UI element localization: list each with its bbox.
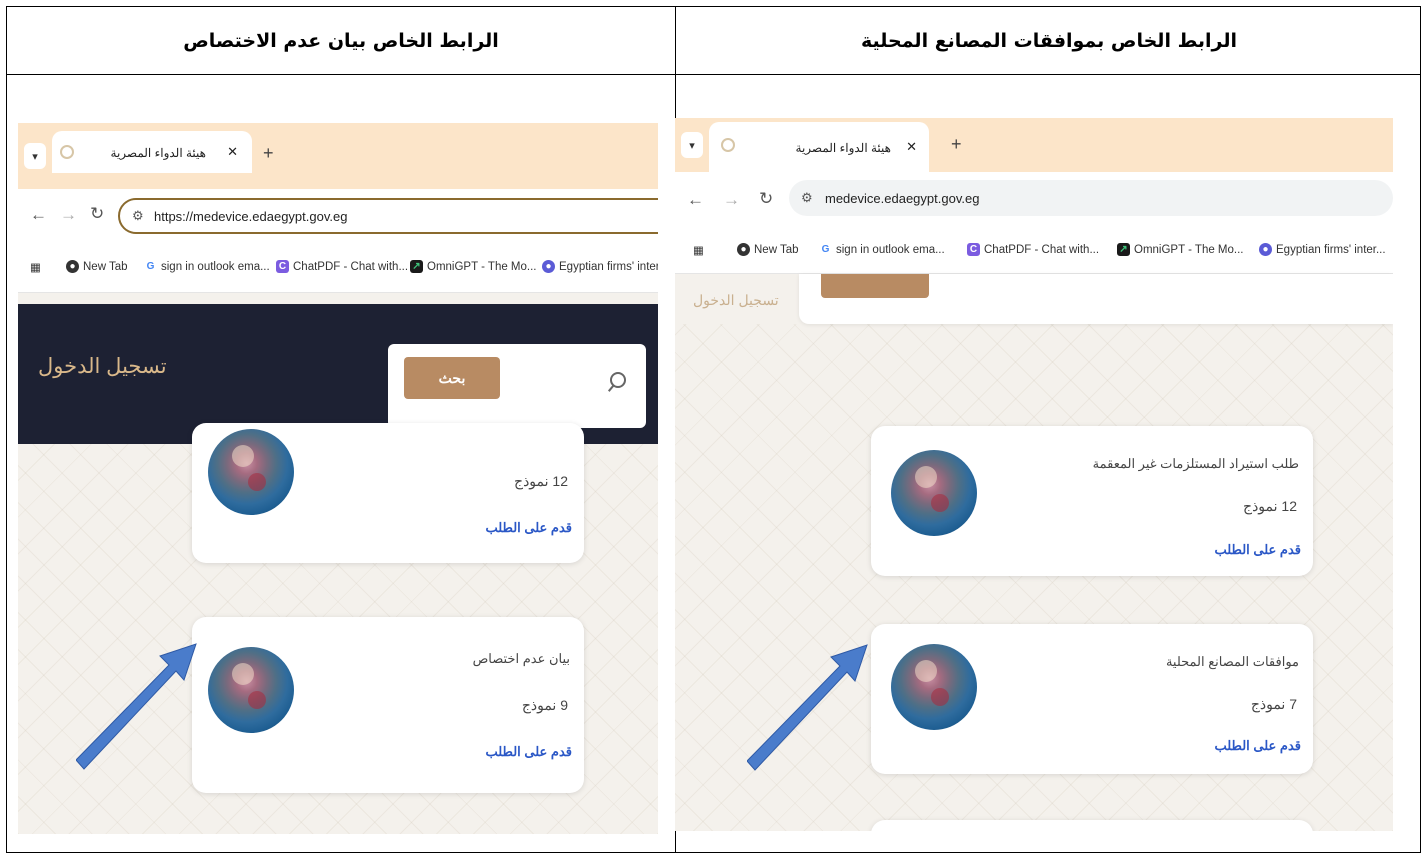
service-card-image: [208, 647, 294, 733]
screenshot-local-factories: ▾ هيئة الدواء المصرية ✕ + ← → ↻ ⚙ medevi…: [675, 118, 1393, 831]
apply-link[interactable]: قدم على الطلب: [485, 744, 572, 760]
bookmark-new-tab[interactable]: ● New Tab: [66, 260, 128, 273]
omnigpt-icon: ↗: [410, 260, 423, 273]
apps-grid-icon[interactable]: ▦: [30, 260, 41, 274]
tab-close-icon[interactable]: ✕: [906, 139, 917, 155]
service-card[interactable]: 12 نموذج قدم على الطلب: [192, 423, 584, 563]
search-icon[interactable]: [610, 372, 626, 388]
bookmark-label: Egyptian firms' inter...: [1276, 243, 1386, 256]
omnigpt-icon: ↗: [1117, 243, 1130, 256]
new-tab-plus-icon[interactable]: +: [263, 143, 274, 164]
apps-grid-icon[interactable]: ▦: [693, 243, 704, 257]
address-bar[interactable]: ⚙ https://medevice.edaegypt.gov.eg: [118, 198, 658, 234]
header-local-factories-link: الرابط الخاص بموافقات المصانع المحلية: [860, 29, 1238, 52]
tab-close-icon[interactable]: ✕: [227, 144, 238, 160]
google-icon: G: [819, 243, 832, 256]
bookmarks-bar: ▦ ● New Tab G sign in outlook ema... C C…: [675, 228, 1393, 274]
search-button[interactable]: بحث: [404, 357, 500, 399]
bookmark-label: sign in outlook ema...: [836, 243, 945, 256]
url-text: https://medevice.edaegypt.gov.eg: [154, 209, 348, 224]
header-non-competence-link: الرابط الخاص بيان عدم الاختصاص: [183, 29, 499, 52]
url-text: medevice.edaegypt.gov.eg: [825, 191, 980, 206]
address-bar-row: ← → ↻ ⚙ medevice.edaegypt.gov.eg: [675, 172, 1393, 228]
browser-tab[interactable]: هيئة الدواء المصرية ✕: [52, 131, 252, 173]
bookmark-label: OmniGPT - The Mo...: [427, 260, 537, 273]
forward-arrow-icon[interactable]: →: [723, 190, 740, 210]
search-button[interactable]: [821, 274, 929, 298]
screenshot-non-competence: ▾ هيئة الدواء المصرية ✕ + ← → ↻ ⚙ https:…: [18, 123, 658, 834]
bookmark-outlook[interactable]: G sign in outlook ema...: [144, 260, 270, 273]
bookmark-label: Egyptian firms' inter...: [559, 260, 658, 273]
eda-favicon-icon: [60, 145, 74, 159]
pointer-arrow: [747, 644, 868, 771]
bookmark-label: New Tab: [83, 260, 128, 273]
site-settings-icon[interactable]: ⚙: [801, 190, 813, 206]
apply-link[interactable]: قدم على الطلب: [1214, 738, 1301, 754]
tab-search-dropdown-icon[interactable]: ▾: [24, 143, 46, 169]
page-top-strip: تسجيل الدخول: [675, 274, 1393, 324]
bookmark-chatpdf[interactable]: C ChatPDF - Chat with...: [967, 243, 1099, 256]
back-arrow-icon[interactable]: ←: [30, 205, 47, 225]
globe-icon: ●: [66, 260, 79, 273]
service-card[interactable]: بيان عدم اختصاص 9 نموذج قدم على الطلب: [192, 617, 584, 793]
form-count: 7 نموذج: [1250, 696, 1297, 712]
apply-link[interactable]: قدم على الطلب: [1214, 542, 1301, 558]
back-arrow-icon[interactable]: ←: [687, 190, 704, 210]
reload-icon[interactable]: ↻: [90, 204, 104, 224]
bookmark-egyptian-firms[interactable]: ● Egyptian firms' inter...: [1259, 243, 1386, 256]
bookmark-omnigpt[interactable]: ↗ OmniGPT - The Mo...: [1117, 243, 1244, 256]
service-title: بيان عدم اختصاص: [472, 651, 570, 666]
tab-title: هيئة الدواء المصرية: [795, 141, 891, 155]
bookmark-omnigpt[interactable]: ↗ OmniGPT - The Mo...: [410, 260, 537, 273]
bookmark-outlook[interactable]: G sign in outlook ema...: [819, 243, 945, 256]
login-link[interactable]: تسجيل الدخول: [38, 354, 167, 379]
form-count: 12 نموذج: [514, 473, 568, 489]
search-box[interactable]: [799, 274, 1393, 324]
service-card[interactable]: طلب استيراد المستلزمات غير المعقمة 12 نم…: [871, 426, 1313, 576]
bookmark-new-tab[interactable]: ● New Tab: [737, 243, 799, 256]
form-count: 9 نموذج: [521, 697, 568, 713]
service-card[interactable]: [871, 820, 1313, 831]
bookmark-chatpdf[interactable]: C ChatPDF - Chat with...: [276, 260, 408, 273]
tab-search-dropdown-icon[interactable]: ▾: [681, 132, 703, 158]
bookmark-egyptian-firms[interactable]: ● Egyptian firms' inter...: [542, 260, 658, 273]
login-link[interactable]: تسجيل الدخول: [693, 292, 779, 309]
bookmark-label: OmniGPT - The Mo...: [1134, 243, 1244, 256]
egyptian-firms-icon: ●: [1259, 243, 1272, 256]
bookmarks-bar: ▦ ● New Tab G sign in outlook ema... C C…: [18, 243, 658, 293]
search-box[interactable]: بحث: [388, 344, 646, 428]
eda-favicon-icon: [721, 138, 735, 152]
google-icon: G: [144, 260, 157, 273]
header-divider: [7, 74, 1420, 75]
tab-title: هيئة الدواء المصرية: [110, 146, 206, 160]
bookmark-label: sign in outlook ema...: [161, 260, 270, 273]
service-title: طلب استيراد المستلزمات غير المعقمة: [1092, 456, 1299, 471]
address-bar-row: ← → ↻ ⚙ https://medevice.edaegypt.gov.eg: [18, 189, 658, 243]
globe-icon: ●: [737, 243, 750, 256]
chatpdf-icon: C: [276, 260, 289, 273]
site-settings-icon[interactable]: ⚙: [132, 208, 144, 224]
browser-tab[interactable]: هيئة الدواء المصرية ✕: [709, 122, 929, 172]
service-card[interactable]: موافقات المصانع المحلية 7 نموذج قدم على …: [871, 624, 1313, 774]
service-card-image: [208, 429, 294, 515]
bookmark-label: ChatPDF - Chat with...: [293, 260, 409, 273]
egyptian-firms-icon: ●: [542, 260, 555, 273]
forward-arrow-icon[interactable]: →: [60, 205, 77, 225]
new-tab-plus-icon[interactable]: +: [951, 134, 962, 155]
form-count: 12 نموذج: [1243, 498, 1297, 514]
address-bar[interactable]: ⚙ medevice.edaegypt.gov.eg: [789, 180, 1393, 216]
browser-tab-strip: ▾ هيئة الدواء المصرية ✕ +: [675, 118, 1393, 172]
reload-icon[interactable]: ↻: [759, 189, 773, 209]
service-card-image: [891, 450, 977, 536]
chatpdf-icon: C: [967, 243, 980, 256]
bookmark-label: New Tab: [754, 243, 799, 256]
service-title: موافقات المصانع المحلية: [1165, 654, 1299, 669]
pointer-arrow: [76, 643, 197, 770]
service-card-image: [891, 644, 977, 730]
apply-link[interactable]: قدم على الطلب: [485, 520, 572, 536]
bookmark-label: ChatPDF - Chat with...: [984, 243, 1100, 256]
browser-tab-strip: ▾ هيئة الدواء المصرية ✕ +: [18, 123, 658, 189]
